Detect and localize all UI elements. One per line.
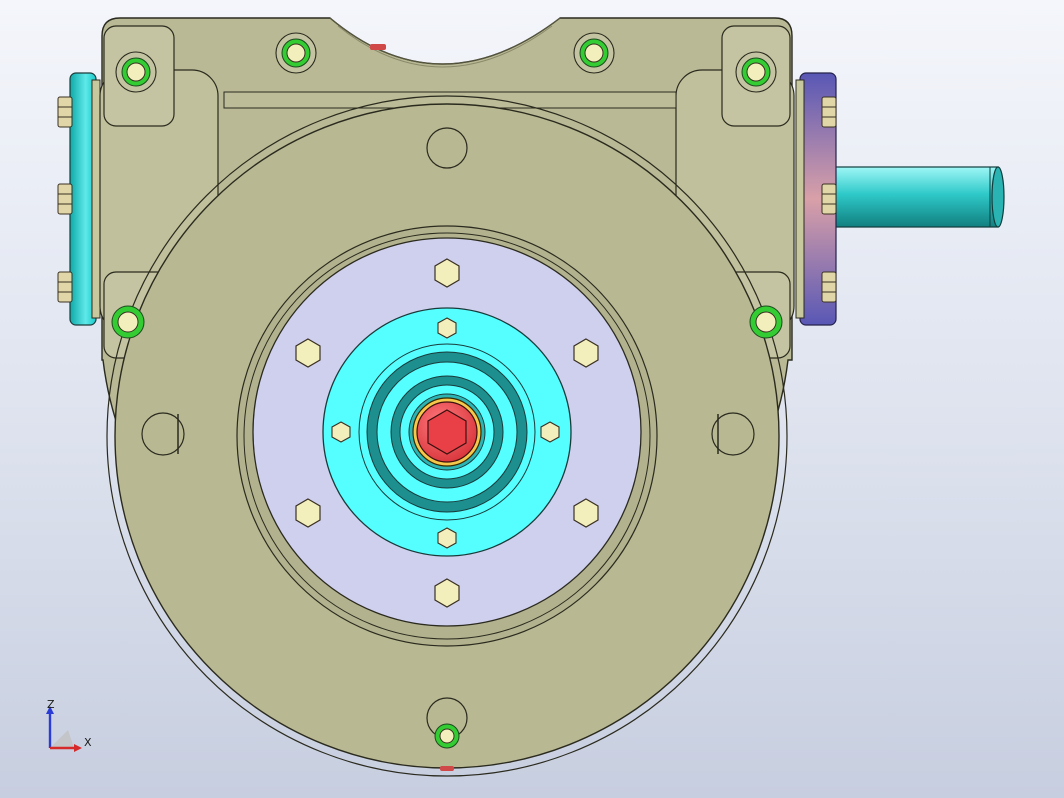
- housing-bolt: [735, 51, 777, 93]
- x-axis-label: X: [84, 736, 92, 749]
- housing-bolt: [115, 51, 157, 93]
- housing-bolt: [111, 305, 145, 339]
- housing-bolt: [434, 723, 460, 749]
- right-end-cap[interactable]: [795, 72, 837, 326]
- gearbox-model[interactable]: [0, 0, 1064, 798]
- output-bore[interactable]: [412, 397, 482, 467]
- orientation-triad[interactable]: Z X: [40, 698, 110, 760]
- input-shaft[interactable]: [825, 166, 1005, 228]
- left-end-cap[interactable]: [57, 72, 101, 326]
- cad-viewport[interactable]: Z X: [0, 0, 1064, 798]
- z-axis-label: Z: [47, 698, 55, 711]
- housing-bolt: [749, 305, 783, 339]
- housing-bolt: [573, 32, 615, 74]
- housing-bolt: [275, 32, 317, 74]
